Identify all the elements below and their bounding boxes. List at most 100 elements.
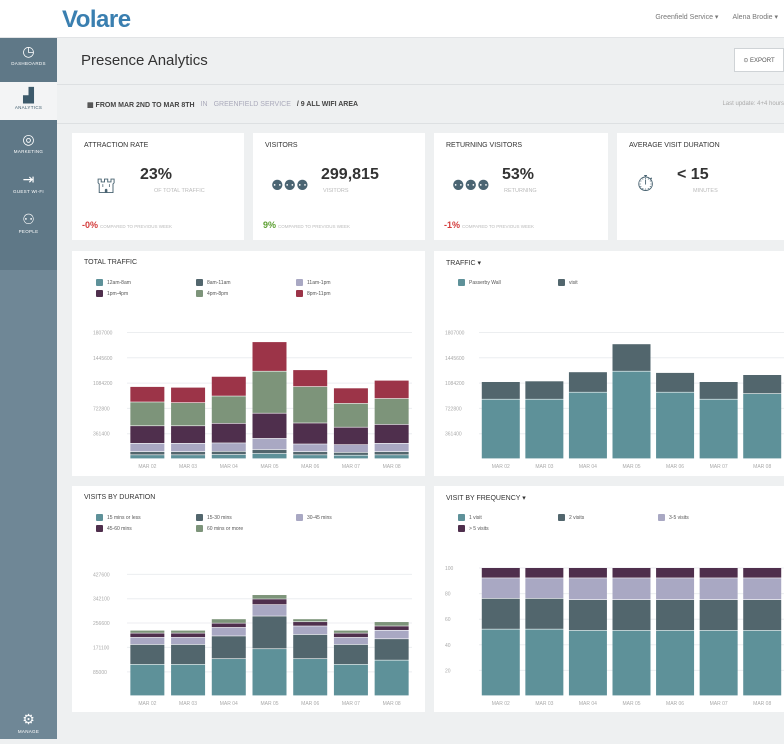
bar-segment[interactable] — [252, 604, 287, 616]
bar-segment[interactable] — [333, 633, 368, 638]
bar-segment[interactable] — [293, 622, 328, 626]
bar-segment[interactable] — [374, 380, 409, 399]
bar-segment[interactable] — [293, 619, 328, 622]
bar-segment[interactable] — [656, 630, 695, 696]
bar-segment[interactable] — [568, 392, 607, 459]
bar-segment[interactable] — [252, 342, 287, 371]
bar-segment[interactable] — [525, 568, 564, 578]
bar-segment[interactable] — [130, 386, 165, 402]
bar-segment[interactable] — [481, 382, 520, 399]
bar-segment[interactable] — [743, 375, 782, 394]
bar-segment[interactable] — [130, 452, 165, 455]
bar-segment[interactable] — [293, 659, 328, 696]
bar-segment[interactable] — [252, 413, 287, 439]
app-logo[interactable]: Volare — [62, 6, 131, 34]
bar-segment[interactable] — [211, 443, 246, 452]
bar-segment[interactable] — [333, 445, 368, 453]
bar-segment[interactable] — [333, 388, 368, 404]
bar-segment[interactable] — [211, 396, 246, 424]
bar-segment[interactable] — [374, 398, 409, 425]
bar-segment[interactable] — [525, 629, 564, 696]
bar-segment[interactable] — [612, 568, 651, 578]
bar-segment[interactable] — [612, 630, 651, 696]
bar-segment[interactable] — [130, 664, 165, 696]
bar-segment[interactable] — [568, 600, 607, 631]
bar-segment[interactable] — [374, 455, 409, 459]
bar-segment[interactable] — [171, 637, 206, 645]
bar-segment[interactable] — [252, 453, 287, 459]
bar-segment[interactable] — [333, 455, 368, 459]
bar-segment[interactable] — [293, 444, 328, 452]
bar-segment[interactable] — [333, 403, 368, 427]
bar-segment[interactable] — [333, 664, 368, 696]
bar-segment[interactable] — [252, 616, 287, 649]
bar-segment[interactable] — [612, 344, 651, 371]
bar-segment[interactable] — [743, 393, 782, 459]
bar-segment[interactable] — [211, 623, 246, 628]
bar-segment[interactable] — [252, 371, 287, 413]
bar-segment[interactable] — [171, 403, 206, 426]
bar-segment[interactable] — [333, 630, 368, 633]
bar-segment[interactable] — [568, 372, 607, 392]
bar-segment[interactable] — [568, 578, 607, 600]
bar-segment[interactable] — [374, 424, 409, 443]
bar-segment[interactable] — [374, 639, 409, 660]
bar-segment[interactable] — [171, 452, 206, 455]
bar-segment[interactable] — [656, 578, 695, 600]
sidebar-item-dashboards[interactable]: ◷ DASHBOARDS — [0, 38, 57, 76]
bar-segment[interactable] — [171, 644, 206, 665]
bar-segment[interactable] — [333, 637, 368, 645]
bar-segment[interactable] — [211, 454, 246, 459]
bar-segment[interactable] — [481, 598, 520, 629]
bar-segment[interactable] — [333, 452, 368, 455]
bar-segment[interactable] — [171, 387, 206, 403]
area-filter[interactable]: / 9 ALL WIFI AREA — [297, 101, 358, 109]
bar-segment[interactable] — [293, 634, 328, 659]
bar-segment[interactable] — [293, 452, 328, 455]
sidebar-item-manage[interactable]: ⚙ MANAGE — [0, 706, 57, 744]
bar-segment[interactable] — [568, 568, 607, 578]
bar-segment[interactable] — [743, 630, 782, 696]
bar-segment[interactable] — [252, 595, 287, 599]
bar-segment[interactable] — [293, 423, 328, 444]
bar-segment[interactable] — [171, 630, 206, 633]
bar-segment[interactable] — [374, 452, 409, 455]
bar-segment[interactable] — [656, 372, 695, 392]
bar-segment[interactable] — [333, 644, 368, 665]
bar-segment[interactable] — [374, 660, 409, 696]
bar-segment[interactable] — [612, 578, 651, 600]
bar-segment[interactable] — [171, 664, 206, 696]
bar-segment[interactable] — [130, 637, 165, 645]
bar-segment[interactable] — [699, 630, 738, 696]
bar-segment[interactable] — [130, 630, 165, 633]
bar-segment[interactable] — [699, 600, 738, 631]
bar-segment[interactable] — [293, 455, 328, 459]
bar-segment[interactable] — [130, 443, 165, 452]
bar-segment[interactable] — [699, 578, 738, 600]
bar-segment[interactable] — [612, 600, 651, 631]
date-range-filter[interactable]: ▦ FROM MAR 2ND TO MAR 8TH — [87, 101, 195, 109]
bar-segment[interactable] — [130, 455, 165, 459]
sidebar-item-people[interactable]: ⚇ PEOPLE — [0, 206, 57, 244]
export-button[interactable]: ⊙ EXPORT — [734, 48, 784, 72]
bar-segment[interactable] — [211, 423, 246, 443]
bar-segment[interactable] — [252, 649, 287, 696]
bar-segment[interactable] — [211, 659, 246, 696]
bar-segment[interactable] — [699, 399, 738, 459]
bar-segment[interactable] — [293, 370, 328, 387]
bar-segment[interactable] — [568, 630, 607, 696]
bar-segment[interactable] — [374, 622, 409, 626]
bar-segment[interactable] — [130, 633, 165, 638]
bar-segment[interactable] — [130, 402, 165, 426]
bar-segment[interactable] — [211, 627, 246, 636]
account-menu[interactable]: Alena Brodie ▾ — [732, 13, 778, 21]
bar-segment[interactable] — [252, 438, 287, 450]
bar-segment[interactable] — [612, 371, 651, 459]
bar-segment[interactable] — [130, 644, 165, 665]
bar-segment[interactable] — [699, 382, 738, 399]
bar-segment[interactable] — [374, 630, 409, 639]
sidebar-item-guest-wifi[interactable]: ⇥ GUEST WI-FI — [0, 166, 57, 204]
bar-segment[interactable] — [252, 449, 287, 454]
bar-segment[interactable] — [481, 578, 520, 599]
bar-segment[interactable] — [525, 578, 564, 599]
